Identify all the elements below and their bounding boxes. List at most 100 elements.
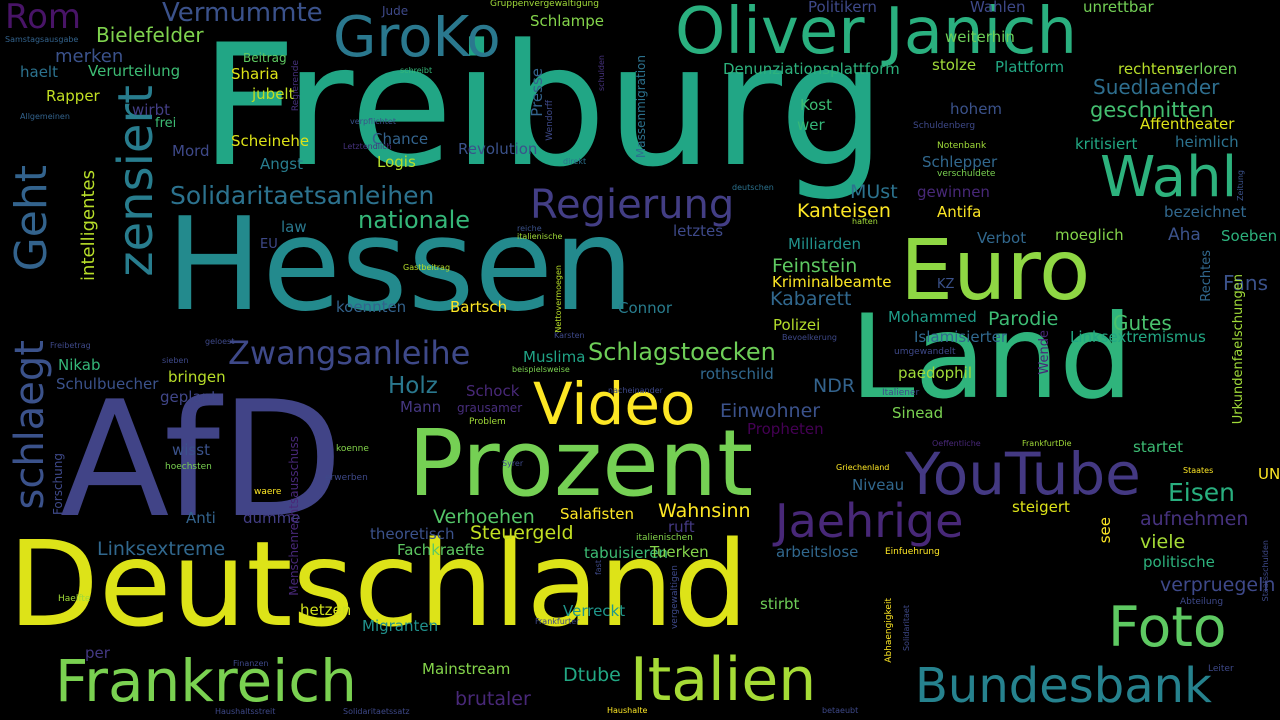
word: intelligentes — [78, 170, 99, 281]
word: Wende — [1037, 330, 1052, 375]
word: schulden — [597, 55, 606, 91]
word: Revolution — [458, 140, 538, 158]
word: weiterhin — [945, 28, 1015, 46]
word: wisst — [172, 441, 210, 459]
word: Staatsschulden — [1261, 540, 1270, 602]
word: Mainstream — [422, 660, 511, 678]
word: Rechtes — [1199, 250, 1214, 302]
word: Mann — [400, 398, 442, 416]
word: GroKo — [333, 5, 501, 70]
word: Denunziationsplattform — [723, 60, 900, 78]
word: Schulbuecher — [56, 375, 159, 393]
word: Fachkraefte — [397, 541, 485, 559]
word: Islamisierter — [914, 328, 1008, 346]
word: haelt — [20, 63, 58, 81]
word: Bundesbank — [915, 658, 1212, 714]
word: hoechsten — [165, 462, 212, 472]
word: Wendorff — [545, 100, 555, 141]
word: Staates — [1183, 466, 1214, 475]
word: Foto — [1108, 595, 1227, 659]
word: waere — [254, 487, 282, 497]
word: Tuerken — [650, 543, 709, 561]
word: betaeubt — [822, 706, 859, 715]
word: bezeichnet — [1164, 203, 1247, 221]
word: verloren — [1175, 60, 1238, 78]
word: per — [85, 644, 110, 662]
word: Gruppenvergewaltigung — [490, 0, 599, 9]
word: Mord — [172, 142, 210, 160]
word: nacheinander — [608, 386, 663, 395]
word: Wahl — [1100, 145, 1238, 210]
word: gewinnen — [917, 183, 990, 201]
word: bringen — [168, 368, 226, 386]
word: Zeitung — [1236, 170, 1245, 201]
word: EU — [260, 237, 278, 252]
word: Oeffentliche — [932, 439, 981, 448]
word: deutschen — [732, 183, 774, 192]
word: Kabarett — [770, 288, 852, 310]
word: Eisen — [1168, 478, 1235, 507]
word: Parodie — [988, 308, 1059, 330]
word: Logis — [377, 153, 416, 171]
word: Einfuehrung — [885, 547, 940, 557]
word: Nettovermoegen — [554, 265, 563, 333]
word: Muslima — [523, 348, 586, 366]
word: grausamer — [457, 401, 523, 415]
word: umgewandelt — [894, 347, 956, 357]
word: Sinead — [892, 404, 944, 422]
word: Soeben — [1221, 227, 1278, 245]
word: Beitrag — [243, 51, 287, 65]
word: koennten — [336, 298, 407, 316]
word: stolze — [932, 56, 977, 74]
word: Samstagsausgabe — [5, 35, 79, 44]
word: see — [1096, 517, 1114, 544]
word: Salafisten — [560, 505, 634, 523]
word: Niveau — [852, 476, 905, 494]
word: Jaehrige — [775, 494, 964, 548]
word: Affentheater — [1140, 115, 1235, 133]
word: Solidaritaetsanleihen — [170, 181, 435, 210]
word: Urkundenfaelschungen — [1231, 274, 1246, 425]
word: Connor — [618, 299, 673, 317]
word: politische — [1143, 553, 1215, 571]
word: Polizei — [773, 316, 821, 334]
word: arbeitslose — [776, 543, 859, 561]
word: Wahlen — [970, 0, 1026, 16]
word: heimlich — [1175, 133, 1239, 151]
word: Rom — [5, 0, 82, 37]
word: Linksextremismus — [1070, 328, 1206, 346]
word: Notenbank — [937, 141, 987, 151]
word: Antifa — [937, 203, 982, 221]
word: Regierende — [291, 60, 301, 112]
word: Propheten — [747, 420, 824, 438]
word: Leiter — [1208, 664, 1234, 674]
word: letztes — [673, 222, 724, 240]
word: startet — [1133, 438, 1184, 456]
word: Kriminalbeamte — [772, 273, 892, 291]
word: Plattform — [995, 58, 1065, 76]
word: Haelfte — [58, 594, 91, 604]
word: Frankfurter — [535, 617, 580, 626]
word: steigert — [1012, 498, 1070, 516]
word: MUst — [850, 181, 898, 203]
word: Problem — [469, 417, 506, 427]
word: Abhaengigkeit — [884, 598, 894, 663]
word: aufnehmen — [1140, 508, 1249, 530]
word: Linksextreme — [97, 538, 226, 560]
word: hohem — [950, 100, 1003, 118]
word: Schlagstoecken — [588, 338, 776, 366]
word: Massenmigration — [634, 55, 648, 159]
word: NDR — [813, 375, 856, 397]
word: Forschung — [51, 453, 65, 516]
word: Solidaritaet — [902, 605, 911, 652]
word: wer — [797, 116, 825, 134]
word: Haushalte — [607, 706, 648, 715]
word: Jude — [382, 4, 409, 18]
word: Politikern — [808, 0, 877, 16]
word: beispielsweise — [512, 365, 570, 374]
word: direkt — [563, 157, 587, 166]
word: Regierung — [530, 182, 735, 228]
word: Kost — [800, 96, 832, 114]
word: nationale — [358, 206, 471, 234]
word: Schock — [466, 382, 520, 400]
